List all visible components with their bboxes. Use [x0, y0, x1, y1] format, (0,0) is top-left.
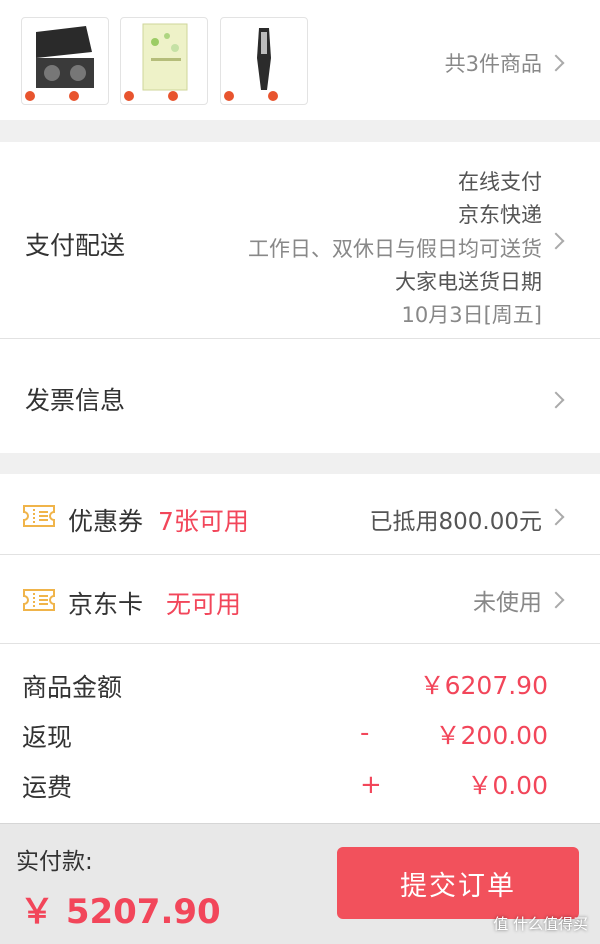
- payment-delivery-title: 支付配送: [25, 231, 126, 260]
- invoice-title: 发票信息: [25, 386, 126, 415]
- jd-card-icon: [23, 589, 55, 611]
- coupon-ticket-icon: [23, 505, 55, 527]
- coupon-applied-amount: 已抵用800.00元: [369, 509, 542, 535]
- chevron-right-icon: [547, 232, 565, 250]
- jdcard-availability: 无可用: [166, 590, 242, 619]
- chevron-right-icon: [547, 591, 565, 609]
- cashback-sign: -: [360, 718, 370, 748]
- product-thumbnail-2[interactable]: [120, 17, 208, 105]
- total-label: 实付款:: [16, 849, 93, 875]
- boxed-product-icon: [124, 23, 188, 101]
- invoice-section[interactable]: 发票信息: [0, 339, 600, 453]
- shipping-value: ￥0.00: [467, 771, 548, 800]
- payment-method: 在线支付: [458, 170, 542, 194]
- chevron-right-icon: [547, 508, 565, 526]
- cashback-label: 返现: [22, 723, 73, 752]
- payment-delivery-section[interactable]: 支付配送 在线支付 京东快递 工作日、双休日与假日均可送货 大家电送货日期 10…: [0, 142, 600, 338]
- jdcard-title: 京东卡: [68, 590, 144, 619]
- appliance-delivery-note: 大家电送货日期: [395, 270, 542, 294]
- watermark: 值 什么值得买: [493, 915, 588, 933]
- delivery-window: 工作日、双休日与假日均可送货: [248, 237, 542, 261]
- chevron-right-icon: [547, 54, 565, 72]
- checkout-footer: 实付款: ￥ 5207.90 提交订单 值 什么值得买: [0, 823, 600, 944]
- product-count: 共3件商品: [444, 52, 542, 76]
- goods-amount-value: ￥6207.90: [419, 671, 548, 700]
- jdcard-status: 未使用: [473, 590, 542, 616]
- submit-order-button[interactable]: 提交订单: [337, 847, 579, 919]
- coupon-row[interactable]: 优惠券 7张可用 已抵用800.00元: [0, 474, 600, 554]
- coupon-availability: 7张可用: [158, 507, 249, 536]
- coupon-title: 优惠券: [68, 507, 144, 536]
- shipping-label: 运费: [22, 773, 73, 802]
- chevron-right-icon: [547, 391, 565, 409]
- handheld-device-product-icon: [224, 28, 278, 101]
- shipping-sign: +: [360, 770, 382, 800]
- products-section[interactable]: 共3件商品: [0, 0, 600, 120]
- jdcard-row[interactable]: 京东卡 无可用 未使用: [0, 555, 600, 643]
- product-thumbnail-3[interactable]: [220, 17, 308, 105]
- cashback-value: ￥200.00: [435, 721, 548, 750]
- product-thumbnail-1[interactable]: [21, 17, 109, 105]
- amounts-section: 商品金额 ￥6207.90 返现 - ￥200.00 运费 + ￥0.00: [0, 644, 600, 824]
- goods-amount-label: 商品金额: [22, 673, 123, 702]
- range-hood-product-icon: [25, 26, 94, 101]
- courier-name: 京东快递: [458, 203, 542, 227]
- total-value: ￥ 5207.90: [20, 892, 221, 932]
- delivery-date: 10月3日[周五]: [401, 303, 542, 327]
